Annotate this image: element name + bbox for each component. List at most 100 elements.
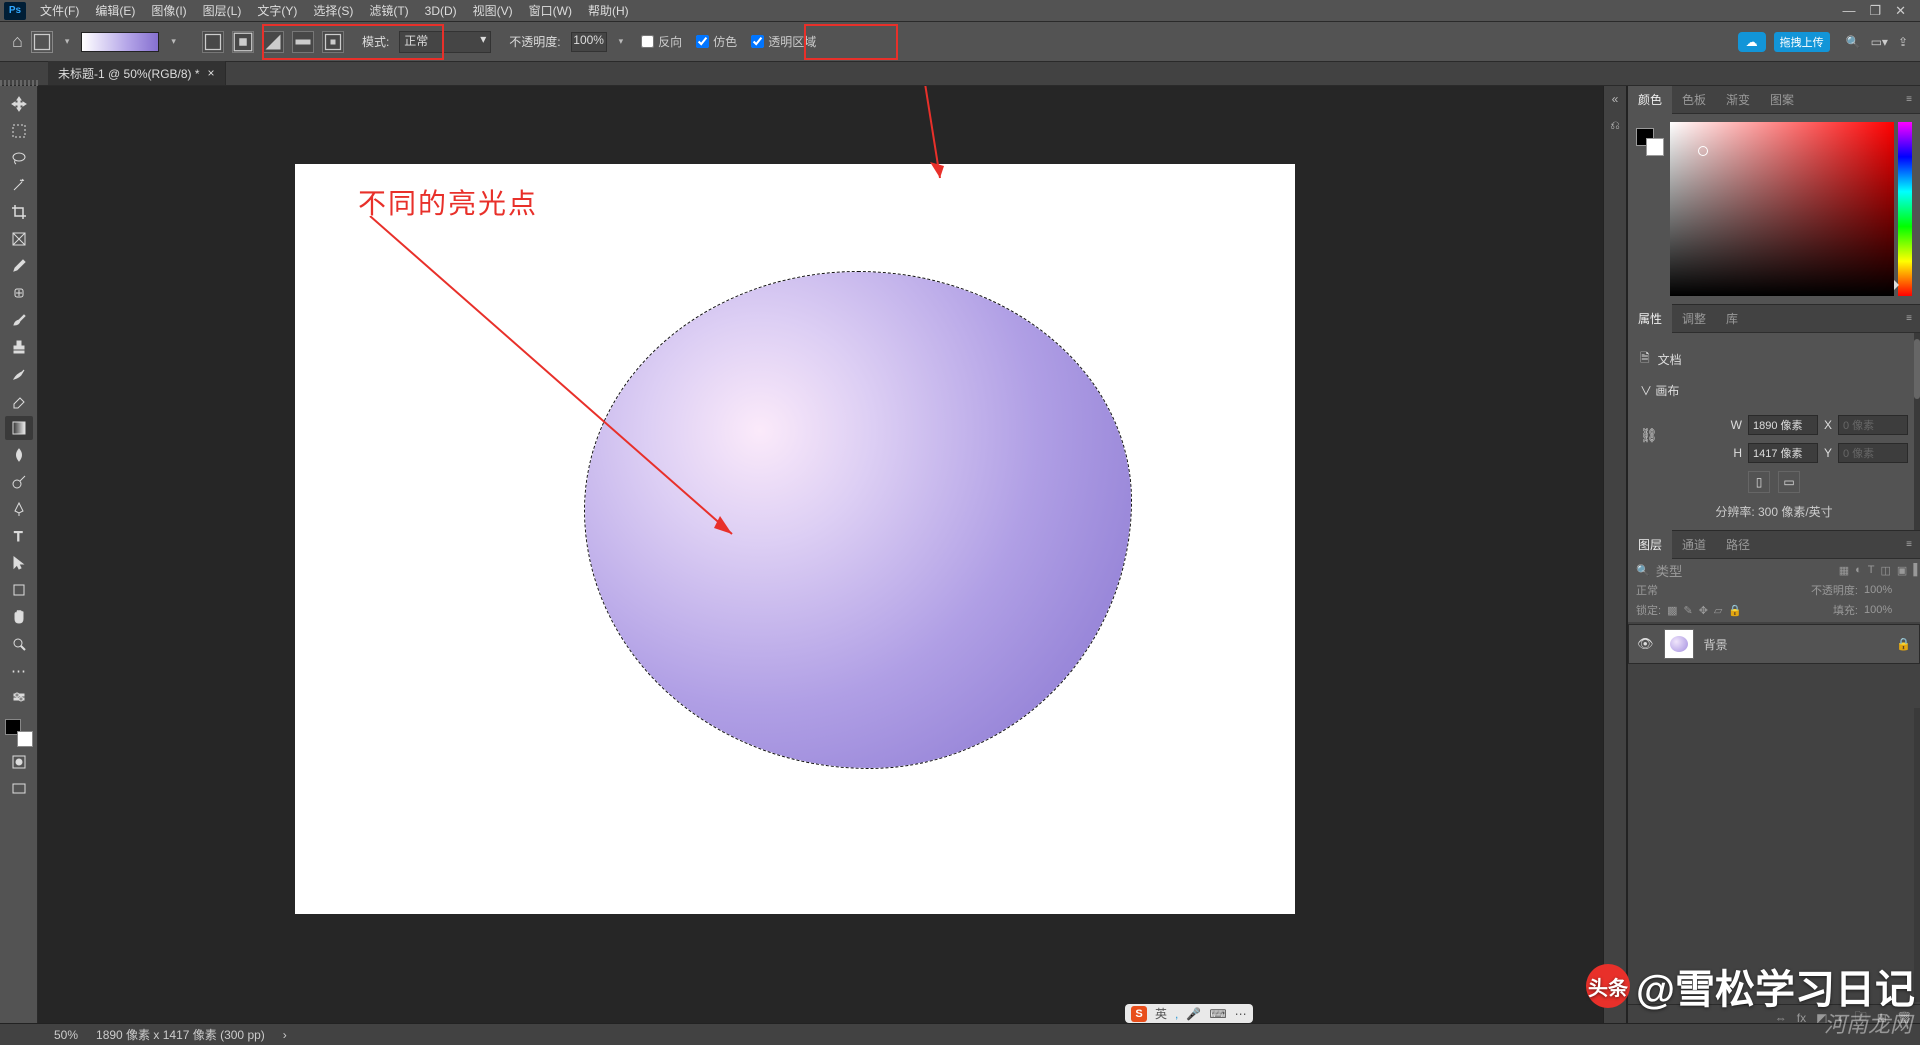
lock-nest-icon[interactable]: ▱ (1714, 604, 1722, 617)
tab-pattern[interactable]: 图案 (1760, 85, 1804, 114)
panel-menu-icon[interactable]: ≡ (1898, 94, 1920, 105)
grip-icon[interactable] (0, 80, 38, 86)
wand-tool[interactable] (5, 173, 33, 197)
x-input[interactable] (1838, 415, 1908, 435)
home-icon[interactable]: ⌂ (12, 31, 23, 52)
gradient-dropdown[interactable]: ▾ (167, 36, 180, 47)
layer-thumbnail[interactable] (1664, 629, 1694, 659)
type-tool[interactable]: T (5, 524, 33, 548)
gradient-tool[interactable] (5, 416, 33, 440)
orient-landscape[interactable]: ▭ (1778, 471, 1800, 493)
reverse-checkbox[interactable]: 反向 (641, 33, 682, 50)
tab-channels[interactable]: 通道 (1672, 530, 1716, 559)
document-tab[interactable]: 未标题-1 @ 50%(RGB/8) * × (48, 61, 226, 85)
collapsed-panel-strip[interactable]: « ⎌ (1603, 86, 1627, 1030)
document-dimensions[interactable]: 1890 像素 x 1417 像素 (300 pp) (96, 1026, 265, 1043)
move-tool[interactable] (5, 92, 33, 116)
dodge-tool[interactable] (5, 470, 33, 494)
gradient-diamond[interactable] (322, 31, 344, 53)
mic-icon[interactable]: 🎤 (1186, 1007, 1201, 1021)
upload-button[interactable]: 拖拽上传 (1774, 32, 1830, 52)
restore-button[interactable]: ❐ (1869, 3, 1881, 19)
gradient-angle[interactable] (262, 31, 284, 53)
healing-tool[interactable] (5, 281, 33, 305)
minimize-button[interactable]: — (1842, 3, 1855, 19)
menu-select[interactable]: 选择(S) (305, 0, 361, 21)
saturation-value-picker[interactable] (1670, 122, 1894, 296)
menu-help[interactable]: 帮助(H) (580, 0, 637, 21)
menu-view[interactable]: 视图(V) (465, 0, 521, 21)
eyedropper-tool[interactable] (5, 254, 33, 278)
lock-paint-icon[interactable]: ✎ (1683, 604, 1692, 617)
menu-layer[interactable]: 图层(L) (195, 0, 250, 21)
collapse-icon[interactable]: « (1612, 92, 1619, 106)
brush-tool[interactable] (5, 308, 33, 332)
hand-tool[interactable] (5, 605, 33, 629)
filter-smart-icon[interactable]: ▣ (1897, 564, 1907, 577)
edit-toolbar[interactable] (5, 686, 33, 710)
quickmask-tool[interactable] (5, 750, 33, 774)
eraser-tool[interactable] (5, 389, 33, 413)
canvas-area[interactable]: 不同的亮光点 (38, 86, 1603, 1030)
path-select-tool[interactable] (5, 551, 33, 575)
ime-lang[interactable]: 英 (1155, 1005, 1167, 1022)
panel-menu-icon[interactable]: ≡ (1898, 313, 1920, 324)
filter-image-icon[interactable]: ▦ (1839, 564, 1849, 577)
tool-preset-dropdown[interactable]: ▾ (61, 36, 74, 47)
more-icon[interactable]: ⋯ (1235, 1007, 1247, 1021)
tab-swatches[interactable]: 色板 (1672, 85, 1716, 114)
dither-checkbox[interactable]: 仿色 (696, 33, 737, 50)
blend-mode-select[interactable]: 正常 ▾ (399, 31, 491, 53)
layer-item-background[interactable]: 👁 背景 🔒 (1628, 624, 1920, 664)
layer-filter-input[interactable] (1656, 563, 1833, 578)
y-input[interactable] (1838, 443, 1908, 463)
orient-portrait[interactable]: ▯ (1748, 471, 1770, 493)
ime-tray[interactable]: S 英 , 🎤 ⌨ ⋯ (1125, 1004, 1253, 1023)
link-icon[interactable]: ⛓ (1640, 427, 1658, 444)
marquee-tool[interactable] (5, 119, 33, 143)
status-chevron-icon[interactable]: › (283, 1028, 287, 1042)
tab-gradient[interactable]: 渐变 (1716, 85, 1760, 114)
tab-color[interactable]: 颜色 (1628, 85, 1672, 114)
menu-window[interactable]: 窗口(W) (521, 0, 580, 21)
lock-pos-icon[interactable]: ✥ (1699, 604, 1708, 617)
canvas-section-toggle[interactable]: ∨ 画布 (1640, 382, 1908, 399)
blur-tool[interactable] (5, 443, 33, 467)
panel-icon[interactable]: ⎌ (1610, 118, 1620, 133)
tab-paths[interactable]: 路径 (1716, 530, 1760, 559)
lock-trans-icon[interactable]: ▩ (1667, 604, 1677, 617)
opacity-value[interactable]: 100% (571, 32, 607, 52)
sogou-icon[interactable]: S (1131, 1006, 1147, 1022)
filter-toggle[interactable]: ▌ (1913, 564, 1920, 577)
gradient-linear[interactable] (202, 31, 224, 53)
shape-tool[interactable] (5, 578, 33, 602)
gradient-radial[interactable] (232, 31, 254, 53)
lasso-tool[interactable] (5, 146, 33, 170)
filter-text-icon[interactable]: T (1868, 564, 1875, 577)
gradient-reflected[interactable] (292, 31, 314, 53)
cloud-button[interactable]: ☁ (1738, 32, 1766, 52)
more-tools[interactable]: ⋯ (5, 659, 33, 683)
hue-slider[interactable] (1898, 122, 1912, 296)
crop-tool[interactable] (5, 200, 33, 224)
zoom-tool[interactable] (5, 632, 33, 656)
screenmode-tool[interactable] (5, 777, 33, 801)
opacity-dropdown[interactable]: ▾ (615, 36, 628, 47)
history-brush-tool[interactable] (5, 362, 33, 386)
pen-tool[interactable] (5, 497, 33, 521)
tab-properties[interactable]: 属性 (1628, 304, 1672, 333)
menu-file[interactable]: 文件(F) (32, 0, 87, 21)
tab-layers[interactable]: 图层 (1628, 530, 1672, 559)
menu-edit[interactable]: 编辑(E) (87, 0, 143, 21)
menu-image[interactable]: 图像(I) (143, 0, 194, 21)
transparency-checkbox[interactable]: 透明区域 (751, 33, 816, 50)
filter-shape-icon[interactable]: ◫ (1881, 564, 1891, 577)
search-icon[interactable]: 🔍 (1846, 35, 1861, 49)
color-swatches[interactable] (5, 719, 33, 747)
filter-adjust-icon[interactable]: ◐ (1855, 564, 1862, 577)
zoom-level[interactable]: 50% (54, 1028, 78, 1042)
search-icon[interactable]: 🔍 (1636, 564, 1650, 577)
panel-menu-icon[interactable]: ≡ (1898, 539, 1920, 550)
layer-fill[interactable]: 100% (1864, 604, 1912, 616)
layer-blend-select[interactable]: 正常 (1636, 582, 1716, 598)
